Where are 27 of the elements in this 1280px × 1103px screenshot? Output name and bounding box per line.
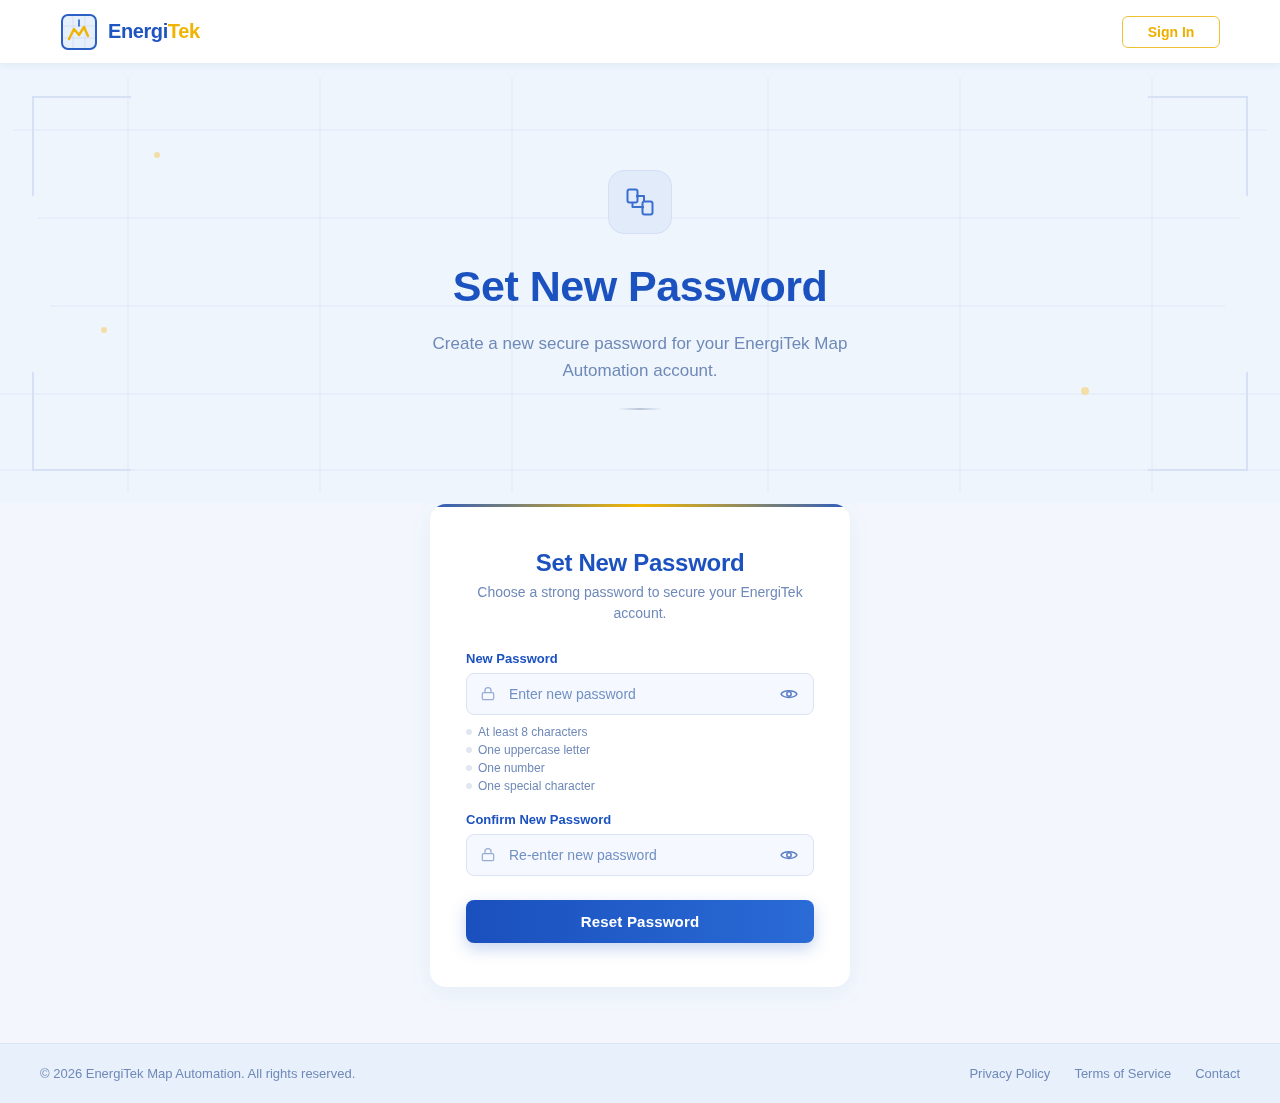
dot-icon <box>1081 387 1089 395</box>
sign-in-button[interactable]: Sign In <box>1122 15 1220 48</box>
field-label: Confirm New Password <box>466 812 612 828</box>
password-field[interactable]: Enter new password <box>466 673 814 715</box>
eye-icon[interactable] <box>780 688 798 700</box>
logo-icon <box>61 13 97 50</box>
requirement-text: One number <box>478 760 545 776</box>
page-title: Set New Password <box>452 261 828 312</box>
reset-password-button[interactable]: Reset Password <box>466 900 814 943</box>
footer-link[interactable]: Privacy Policy <box>969 1066 1051 1081</box>
dot-icon <box>101 327 107 333</box>
page-subtitle: Create a new secure password for your EnergiTek Map Automation account. <box>431 333 849 382</box>
footer-link[interactable]: Contact <box>1195 1066 1240 1081</box>
card-title: Set New Password <box>534 548 746 577</box>
eye-icon[interactable] <box>780 849 798 861</box>
requirement-text: One special character <box>478 778 595 794</box>
field-label: New Password <box>466 651 558 667</box>
lock-icon <box>481 686 495 701</box>
requirement-text: At least 8 characters <box>478 724 588 740</box>
card-subtitle: Choose a strong password to secure your EnergiTek account. <box>476 583 804 623</box>
password-field[interactable]: Re-enter new password <box>466 834 814 876</box>
footer-link[interactable]: Terms of Service <box>1074 1066 1172 1081</box>
copyright-text: © 2026 EnergiTek Map Automation. All rights reserved. <box>40 1066 356 1081</box>
requirement-text: One uppercase letter <box>478 742 591 758</box>
dot-icon <box>154 152 160 158</box>
lock-icon <box>481 847 495 862</box>
brand-name: EnergiTek <box>108 20 200 43</box>
